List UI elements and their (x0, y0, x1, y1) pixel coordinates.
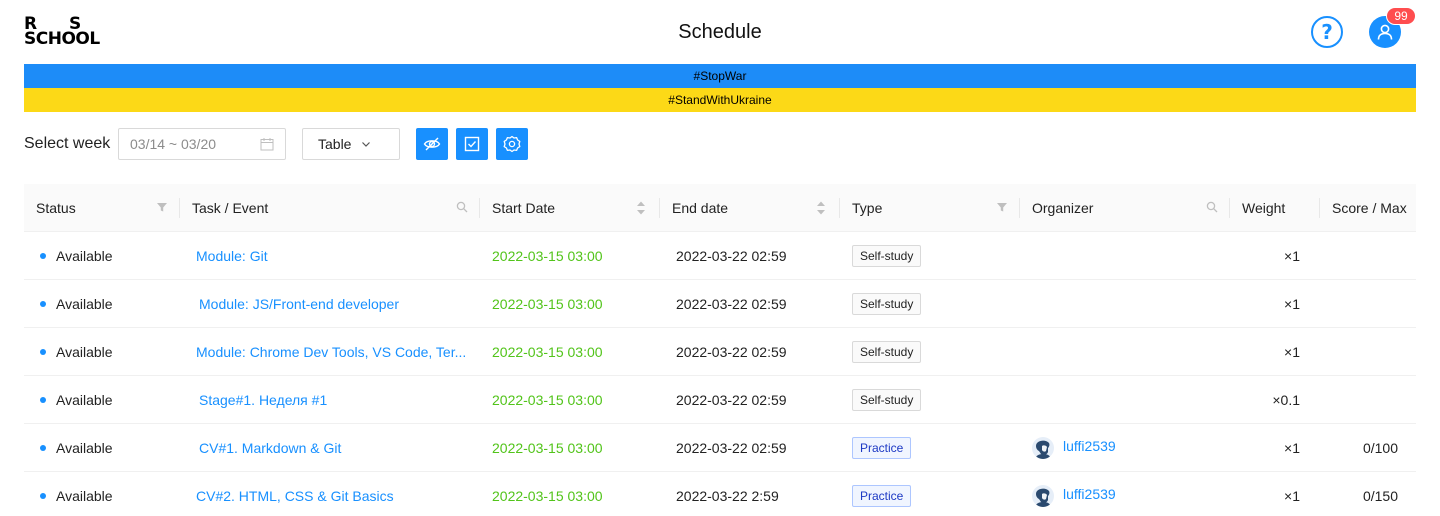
end-date: 2022-03-22 02:59 (676, 392, 787, 408)
task-link[interactable]: Module: JS/Front-end developer (199, 280, 399, 328)
search-icon[interactable] (1206, 201, 1218, 213)
schedule-table: Status Task / Event Start Date End date … (24, 184, 1416, 516)
end-date: 2022-03-22 02:59 (676, 440, 787, 456)
filter-icon[interactable] (996, 201, 1008, 213)
view-mode-value: Table (318, 136, 352, 152)
start-date: 2022-03-15 03:00 (492, 392, 603, 408)
end-date: 2022-03-22 02:59 (676, 248, 787, 264)
task-link[interactable]: Stage#1. Неделя #1 (199, 376, 327, 424)
weight: ×1 (1284, 344, 1300, 360)
help-button[interactable]: ? (1311, 16, 1343, 48)
column-start-date[interactable]: Start Date (480, 184, 555, 232)
table-row[interactable]: Available Stage#1. Неделя #1 2022-03-15 … (24, 376, 1416, 424)
user-icon (1377, 24, 1393, 40)
end-date: 2022-03-22 02:59 (676, 344, 787, 360)
hide-events-button[interactable] (416, 128, 448, 160)
column-task-event: Task / Event (192, 200, 269, 216)
weight: ×1 (1284, 488, 1300, 504)
status-dot (40, 349, 46, 355)
type-tag: Practice (852, 485, 912, 507)
type-tag: Self-study (852, 293, 922, 315)
weight: ×1 (1284, 248, 1300, 264)
status-text: Available (56, 344, 113, 360)
notification-badge: 99 (1387, 8, 1415, 24)
type-tag: Self-study (852, 245, 922, 267)
view-mode-select[interactable]: Table (302, 128, 400, 160)
status-dot (40, 445, 46, 451)
weight: ×1 (1284, 296, 1300, 312)
avatar (1032, 485, 1054, 507)
standwithukraine-banner: #StandWithUkraine (24, 88, 1416, 112)
weight: ×1 (1284, 440, 1300, 456)
check-square-icon (464, 136, 480, 152)
table-row[interactable]: Available Module: JS/Front-end developer… (24, 280, 1416, 328)
task-link[interactable]: CV#2. HTML, CSS & Git Basics (196, 472, 394, 516)
show-completed-button[interactable] (456, 128, 488, 160)
table-row[interactable]: Available CV#2. HTML, CSS & Git Basics 2… (24, 472, 1416, 516)
sort-icon[interactable] (636, 200, 646, 216)
page-title: Schedule (678, 21, 762, 43)
status-text: Available (56, 440, 113, 456)
column-status: Status (36, 200, 76, 216)
eye-invisible-icon (423, 137, 441, 151)
start-date: 2022-03-15 03:00 (492, 488, 603, 504)
status-dot (40, 397, 46, 403)
end-date: 2022-03-22 2:59 (676, 488, 779, 504)
calendar-icon (260, 138, 274, 151)
stopwar-banner: #StopWar (24, 64, 1416, 88)
column-organizer: Organizer (1032, 200, 1094, 216)
table-row[interactable]: Available Module: Chrome Dev Tools, VS C… (24, 328, 1416, 376)
status-text: Available (56, 248, 113, 264)
start-date: 2022-03-15 03:00 (492, 296, 603, 312)
settings-icon (503, 135, 521, 153)
column-type: Type (852, 200, 883, 216)
start-date: 2022-03-15 03:00 (492, 440, 603, 456)
task-link[interactable]: Module: Chrome Dev Tools, VS Code, Ter..… (196, 328, 466, 376)
weight: ×0.1 (1272, 392, 1300, 408)
search-icon[interactable] (456, 201, 468, 213)
type-tag: Self-study (852, 341, 922, 363)
table-row[interactable]: Available CV#1. Markdown & Git 2022-03-1… (24, 424, 1416, 472)
column-score-max: Score / Max (1332, 200, 1407, 216)
status-dot (40, 253, 46, 259)
avatar (1032, 437, 1054, 459)
column-end-date[interactable]: End date (660, 184, 728, 232)
settings-button[interactable] (496, 128, 528, 160)
week-range-value: 03/14 ~ 03/20 (130, 136, 217, 152)
type-tag: Practice (852, 437, 912, 459)
score: 0/100 (1362, 440, 1398, 456)
question-circle-icon: ? (1321, 20, 1333, 44)
organizer-link[interactable]: luffi2539 (1063, 422, 1116, 470)
column-weight: Weight (1242, 200, 1286, 216)
status-dot (40, 301, 46, 307)
filter-icon[interactable] (156, 201, 168, 213)
table-row[interactable]: Available Module: Git 2022-03-15 03:00 2… (24, 232, 1416, 280)
organizer-link[interactable]: luffi2539 (1063, 470, 1116, 516)
end-date: 2022-03-22 02:59 (676, 296, 787, 312)
type-tag: Self-study (852, 389, 922, 411)
status-text: Available (56, 392, 113, 408)
score: 0/150 (1362, 488, 1398, 504)
start-date: 2022-03-15 03:00 (492, 248, 603, 264)
status-dot (40, 493, 46, 499)
status-text: Available (56, 296, 113, 312)
table-header: Status Task / Event Start Date End date … (24, 184, 1416, 232)
task-link[interactable]: Module: Git (196, 232, 268, 280)
chevron-down-icon (362, 142, 371, 147)
select-week-label: Select week (24, 135, 111, 152)
week-range-picker[interactable]: 03/14 ~ 03/20 (118, 128, 286, 160)
task-link[interactable]: CV#1. Markdown & Git (199, 424, 341, 472)
sort-icon[interactable] (816, 200, 826, 216)
start-date: 2022-03-15 03:00 (492, 344, 603, 360)
status-text: Available (56, 488, 113, 504)
